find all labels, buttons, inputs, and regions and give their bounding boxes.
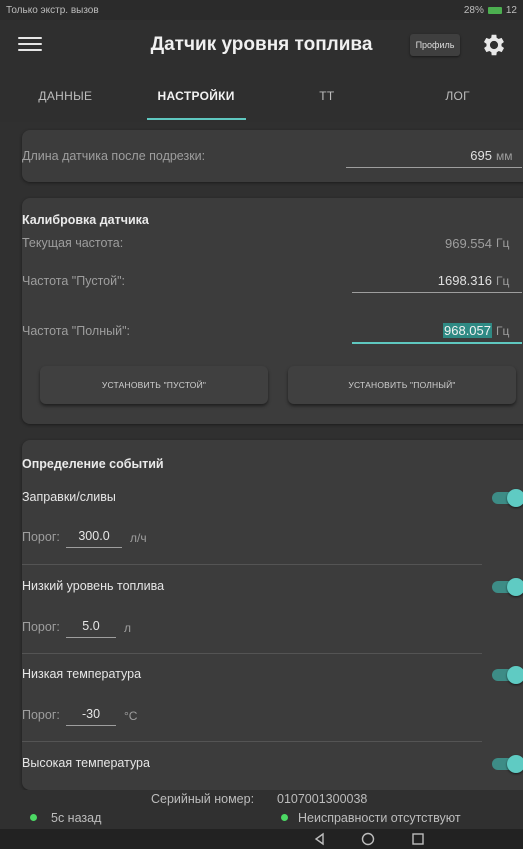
event-refuel-toggle[interactable] xyxy=(492,489,523,507)
calibration-title: Калибровка датчика xyxy=(22,213,149,227)
status-bar-right: 28% 12 xyxy=(464,5,517,16)
trim-label: Длина датчика после подрезки: xyxy=(22,149,206,163)
tab-data[interactable]: ДАННЫЕ xyxy=(0,70,131,122)
event-refuel-unit: л/ч xyxy=(130,531,147,545)
event-low-temp-label: Низкая температура xyxy=(22,667,142,681)
trim-value-input[interactable]: 695 xyxy=(342,148,492,163)
serial-value: 0107001300038 xyxy=(277,792,368,806)
full-freq-input[interactable]: 968.057 xyxy=(342,323,492,338)
clock: 12 xyxy=(505,4,517,16)
empty-freq-input[interactable]: 1698.316 xyxy=(342,273,492,288)
current-freq-unit: Гц xyxy=(496,236,510,250)
event-divider xyxy=(22,653,482,654)
event-low-fuel-threshold-input[interactable]: 5.0 xyxy=(66,619,116,633)
full-freq-unit: Гц xyxy=(496,324,510,338)
trim-input-underline xyxy=(346,167,522,168)
last-update-indicator xyxy=(30,814,37,821)
full-freq-underline xyxy=(352,342,522,344)
event-low-fuel-threshold-label: Порог: xyxy=(22,620,60,634)
back-icon[interactable] xyxy=(312,831,328,847)
event-low-temp-threshold-input[interactable]: -30 xyxy=(66,707,116,721)
set-full-button[interactable]: УСТАНОВИТЬ "ПОЛНЫЙ" xyxy=(288,366,516,404)
event-refuel-label: Заправки/сливы xyxy=(22,490,116,504)
tab-settings[interactable]: НАСТРОЙКИ xyxy=(131,70,262,122)
event-low-temp-toggle[interactable] xyxy=(492,666,523,684)
full-freq-label: Частота "Полный": xyxy=(22,324,130,338)
status-text: Неисправности отсутствуют xyxy=(298,811,461,825)
last-update-text: 5с назад xyxy=(51,811,102,825)
event-high-temp-toggle[interactable] xyxy=(492,755,523,773)
event-low-temp-unit: °C xyxy=(124,709,138,723)
trim-unit: мм xyxy=(496,149,513,163)
tab-tt[interactable]: ТТ xyxy=(262,70,393,122)
menu-icon[interactable] xyxy=(18,33,42,55)
full-freq-selected-text: 968.057 xyxy=(443,323,492,338)
event-low-fuel-label: Низкий уровень топлива xyxy=(22,579,165,593)
events-title: Определение событий xyxy=(22,457,164,471)
event-high-temp-label: Высокая температура xyxy=(22,756,150,770)
serial-label: Серийный номер: xyxy=(151,792,255,806)
event-divider xyxy=(22,741,482,742)
event-refuel-threshold-input[interactable]: 300.0 xyxy=(66,529,122,543)
event-refuel-threshold-underline xyxy=(66,547,122,548)
footer: Серийный номер: 0107001300038 5с назад Н… xyxy=(0,790,523,828)
profile-button[interactable]: Профиль xyxy=(410,34,460,56)
set-empty-button[interactable]: УСТАНОВИТЬ "ПУСТОЙ" xyxy=(40,366,268,404)
empty-freq-unit: Гц xyxy=(496,274,510,288)
status-bar-carrier: Только экстр. вызов xyxy=(6,4,99,16)
empty-freq-underline xyxy=(352,292,522,293)
tab-bar: ДАННЫЕ НАСТРОЙКИ ТТ ЛОГ xyxy=(0,70,523,122)
trim-card: Длина датчика после подрезки: 695 мм xyxy=(22,130,523,182)
event-low-temp-threshold-label: Порог: xyxy=(22,708,60,722)
current-freq-label: Текущая частота: xyxy=(22,236,124,250)
battery-icon xyxy=(487,6,502,14)
home-icon[interactable] xyxy=(360,831,376,847)
system-nav-bar xyxy=(0,829,523,849)
status-bar: Только экстр. вызов 28% 12 xyxy=(0,0,523,20)
tab-log[interactable]: ЛОГ xyxy=(392,70,523,122)
app-bar: Датчик уровня топлива Профиль xyxy=(0,20,523,70)
event-low-temp-threshold-underline xyxy=(66,725,116,726)
event-low-fuel-toggle[interactable] xyxy=(492,578,523,596)
event-refuel-threshold-label: Порог: xyxy=(22,530,60,544)
status-indicator xyxy=(281,814,288,821)
gear-icon[interactable] xyxy=(480,31,508,59)
empty-freq-label: Частота "Пустой": xyxy=(22,274,126,288)
event-low-fuel-unit: л xyxy=(124,621,132,635)
current-freq-value: 969.554 xyxy=(445,236,492,251)
battery-percent: 28% xyxy=(463,4,484,16)
event-low-fuel-threshold-underline xyxy=(66,637,116,638)
recents-icon[interactable] xyxy=(410,831,426,847)
events-card: Определение событий Заправки/сливы Порог… xyxy=(22,440,523,790)
event-divider xyxy=(22,564,482,565)
calibration-card: Калибровка датчика Текущая частота: 969.… xyxy=(22,198,523,424)
